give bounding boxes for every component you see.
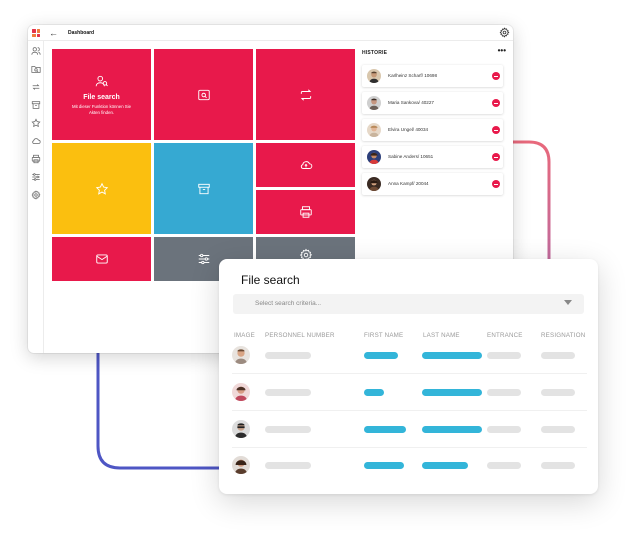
resignation-placeholder [541,462,575,469]
printer-icon [299,206,312,218]
avatar [367,177,381,191]
remove-icon[interactable] [492,153,500,161]
history-item[interactable]: Maria Sankova/ 40227 [362,92,503,114]
history-item-name: Sabine Anders/ 10651 [388,154,434,159]
cloud-upload-icon [300,161,312,169]
history-item-name: Elvira Ungel/ 40034 [388,127,429,132]
connector-red-line [513,140,551,262]
tile-file-search[interactable]: File search Mit dieser Funktion können S… [52,49,151,140]
select-placeholder: Select search criteria... [255,300,322,307]
history-item[interactable]: Karlheinz Scharf/ 10698 [362,65,503,87]
breadcrumb: Dashboard [68,30,95,36]
table-row[interactable] [232,410,587,447]
tile-cloud-upload[interactable] [256,143,355,187]
history-item[interactable]: Anna Kampf/ 20044 [362,173,503,195]
history-item-name: Maria Sankova/ 40227 [388,100,434,105]
avatar [232,383,250,401]
last-name-placeholder [422,389,482,396]
card-title: File search [241,273,300,287]
sync-arrows-icon [300,88,311,101]
last-name-placeholder [422,462,468,469]
rail-archive-icon[interactable] [31,100,41,110]
tile-mail[interactable] [52,237,151,281]
resignation-placeholder [541,426,575,433]
personnel-number-placeholder [265,462,311,469]
personnel-number-placeholder [265,389,311,396]
remove-icon[interactable] [492,99,500,107]
resignation-placeholder [541,389,575,396]
avatar [367,150,381,164]
avatar [232,420,250,438]
history-item-name: Karlheinz Scharf/ 10698 [388,73,438,78]
history-item-name: Anna Kampf/ 20044 [388,181,429,186]
star-icon [95,182,108,195]
table-row[interactable] [232,373,587,410]
history-header: HISTORIE ••• [362,46,508,59]
table-row[interactable] [232,447,587,484]
first-name-placeholder [364,389,384,396]
avatar [367,123,381,137]
side-rail [28,41,44,353]
remove-icon[interactable] [492,180,500,188]
folder-search-icon [197,89,210,100]
personnel-number-placeholder [265,352,311,359]
mail-icon [95,254,108,264]
sliders-icon [198,253,209,265]
search-criteria-select[interactable]: Select search criteria... [233,294,584,314]
rail-star-icon[interactable] [31,118,41,128]
app-logo-icon[interactable] [32,29,40,37]
history-item[interactable]: Sabine Anders/ 10651 [362,146,503,168]
resignation-placeholder [541,352,575,359]
entrance-placeholder [487,352,521,359]
archive-box-icon [197,183,210,194]
rail-sync-icon[interactable] [31,82,41,92]
last-name-placeholder [422,426,482,433]
rail-cloud-icon[interactable] [31,136,41,146]
avatar [367,96,381,110]
back-arrow-icon[interactable]: ← [49,27,58,39]
rail-sliders-icon[interactable] [31,172,41,182]
entrance-placeholder [487,462,521,469]
history-item[interactable]: Elvira Ungel/ 40034 [362,119,503,141]
connector-blue-line [96,353,220,470]
tile-archive[interactable] [154,143,253,234]
file-search-card: File search Select search criteria... IM… [219,259,598,494]
first-name-placeholder [364,426,406,433]
tile-file-search-title: File search [83,94,120,101]
first-name-placeholder [364,462,404,469]
history-title: HISTORIE [362,50,388,56]
remove-icon[interactable] [492,126,500,134]
first-name-placeholder [364,352,398,359]
entrance-placeholder [487,426,521,433]
remove-icon[interactable] [492,72,500,80]
avatar [367,69,381,83]
personnel-number-placeholder [265,426,311,433]
more-options-icon[interactable]: ••• [498,46,506,55]
rail-folder-search-icon[interactable] [31,64,41,74]
last-name-placeholder [422,352,482,359]
avatar [232,456,250,474]
top-bar: ← Dashboard [28,25,513,41]
users-icon [95,75,108,87]
avatar [232,346,250,364]
tile-sync[interactable] [256,49,355,140]
tile-favorites[interactable] [52,143,151,234]
entrance-placeholder [487,389,521,396]
table-row[interactable] [232,338,587,375]
tile-print[interactable] [256,190,355,234]
tile-file-search-description: Mit dieser Funktion können Sie Akten fin… [72,104,131,115]
rail-settings-icon[interactable] [31,190,41,200]
tile-folder-search[interactable] [154,49,253,140]
rail-printer-icon[interactable] [31,154,41,164]
rail-users-icon[interactable] [31,46,41,56]
settings-gear-icon[interactable] [499,27,510,38]
chevron-down-icon [564,300,572,305]
